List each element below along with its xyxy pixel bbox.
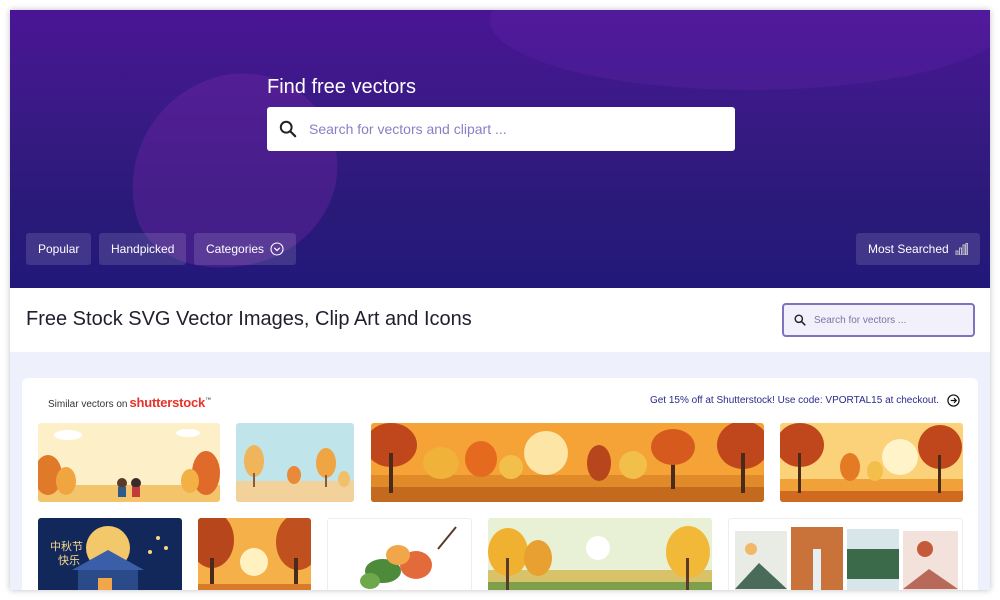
chevron-down-circle-icon [270,242,284,256]
thumbnail-autumn-field[interactable] [488,518,712,590]
promo-text: Get 15% off at Shutterstock! Use code: V… [649,395,939,406]
secondary-search-box[interactable] [782,303,975,337]
landscape-cards-illustration [729,519,962,590]
autumn-trees-light-illustration [236,423,354,502]
most-searched-label: Most Searched [868,242,949,256]
thumbnail-autumn-couple[interactable] [38,423,220,502]
autumn-couple-illustration [38,423,220,502]
similar-vectors-label: Similar vectors on shutterstock™ [48,395,211,410]
hero-search-input[interactable] [309,121,709,137]
search-icon [794,314,806,326]
promo-link[interactable]: Get 15% off at Shutterstock! Use code: V… [650,394,960,407]
thumbnail-mid-autumn-festival[interactable]: 中秋节 快乐 [38,518,182,590]
filter-handpicked-label: Handpicked [111,242,175,256]
hero-search-box[interactable] [267,107,735,151]
filter-categories-button[interactable]: Categories [194,233,297,265]
open-book-floral-illustration [328,519,471,590]
thumbnail-open-book-floral[interactable] [327,518,472,590]
filter-popular-label: Popular [38,242,80,256]
search-icon [279,120,297,138]
autumn-field-illustration [488,518,712,590]
page-frame: Find free vectors Popular Handpicked Cat… [10,10,990,590]
shutterstock-logo-text: shutterstock [129,395,206,410]
thumbnail-autumn-forest-path[interactable] [198,518,311,590]
autumn-forest-illustration [198,518,311,590]
thumbnail-autumn-sunset[interactable] [780,423,963,502]
hero-banner: Find free vectors Popular Handpicked Cat… [10,10,990,288]
bar-chart-icon [955,243,968,255]
filter-handpicked-button[interactable]: Handpicked [99,233,187,265]
arrow-right-circle-icon [947,394,960,407]
filter-popular-button[interactable]: Popular [26,233,92,265]
page-title: Free Stock SVG Vector Images, Clip Art a… [26,308,472,330]
similar-text: Similar vectors on [48,399,128,410]
thumbnail-autumn-panorama[interactable] [371,423,764,502]
filter-categories-label: Categories [206,242,265,256]
secondary-search-input[interactable] [814,314,964,326]
most-searched-button[interactable]: Most Searched [856,233,980,265]
shutterstock-panel: Similar vectors on shutterstock™ Get 15%… [22,378,978,590]
title-bar: Free Stock SVG Vector Images, Clip Art a… [10,288,990,352]
autumn-sunset-illustration [780,423,963,502]
shutterstock-logo[interactable]: shutterstock™ [129,395,211,410]
thumbnail-landscape-cards[interactable] [728,518,963,590]
hero-title: Find free vectors [267,76,416,98]
autumn-panorama-illustration [371,423,764,502]
hero-decor-glow [490,10,990,90]
thumbnail-autumn-trees-light[interactable] [236,423,354,502]
thumbnail-caption-2: 快乐 [58,554,80,567]
